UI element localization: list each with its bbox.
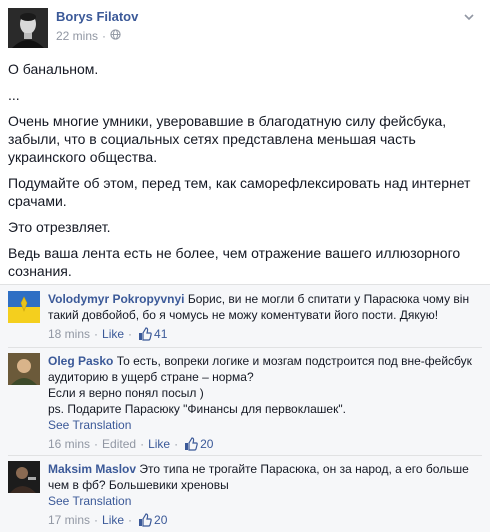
globe-icon[interactable]	[110, 29, 121, 43]
comment-author[interactable]: Oleg Pasko	[48, 354, 113, 368]
post-header: Borys Filatov 22 mins ·	[8, 8, 478, 48]
comment-text: Если я верно понял посыл )	[48, 386, 204, 400]
comments-section: Volodymyr Pokropyvnyi Борис, ви не могли…	[0, 284, 490, 532]
comment-avatar[interactable]	[8, 291, 40, 323]
comment-time[interactable]: 17 mins	[48, 512, 90, 528]
like-link[interactable]: Like	[102, 512, 124, 528]
chevron-down-icon[interactable]	[462, 10, 476, 24]
post-paragraph: ...	[8, 87, 20, 103]
like-count[interactable]: 20	[154, 512, 167, 528]
thumbs-up-icon[interactable]	[184, 437, 198, 451]
comment-meta: 16 mins · Edited · Like · 20	[48, 436, 214, 452]
like-link[interactable]: Like	[148, 436, 170, 452]
meta-separator: ·	[102, 29, 107, 43]
post-paragraph: О банальном.	[8, 61, 99, 77]
like-count[interactable]: 20	[200, 436, 213, 452]
post-author-name[interactable]: Borys Filatov	[56, 9, 138, 24]
like-link[interactable]: Like	[102, 326, 124, 342]
comment: Oleg Pasko То есть, вопреки логике и моз…	[8, 353, 484, 453]
edited-label[interactable]: Edited	[102, 436, 136, 452]
author-avatar[interactable]	[8, 8, 48, 48]
post-paragraph: Очень многие умники, уверовавшие в благо…	[8, 113, 447, 165]
post-paragraph: Подумайте об этом, перед тем, как саморе…	[8, 175, 471, 209]
comment-author[interactable]: Maksim Maslov	[48, 462, 136, 476]
comment-meta: 18 mins · Like · 41	[48, 326, 168, 342]
comment: Maksim Maslov Это типа не трогайте Парас…	[8, 461, 484, 527]
divider	[8, 347, 482, 348]
thumbs-up-icon[interactable]	[138, 327, 152, 341]
comment-meta: 17 mins · Like · 20	[48, 512, 168, 528]
divider	[8, 455, 482, 456]
comment-content: Maksim Maslov Это типа не трогайте Парас…	[48, 461, 478, 528]
post-paragraph: Ведь ваша лента есть не более, чем отраж…	[8, 245, 461, 279]
see-translation-link[interactable]: See Translation	[48, 493, 478, 509]
see-translation-link[interactable]: See Translation	[48, 417, 478, 433]
comment-content: Oleg Pasko То есть, вопреки логике и моз…	[48, 353, 478, 452]
comment-avatar[interactable]	[8, 353, 40, 385]
comment-author[interactable]: Volodymyr Pokropyvnyi	[48, 292, 184, 306]
comment-content: Volodymyr Pokropyvnyi Борис, ви не могли…	[48, 291, 478, 342]
post-meta: 22 mins ·	[56, 29, 121, 43]
comment-time[interactable]: 18 mins	[48, 326, 90, 342]
post-paragraph: Это отрезвляет.	[8, 219, 111, 235]
thumbs-up-icon[interactable]	[138, 513, 152, 527]
post-time[interactable]: 22 mins	[56, 29, 98, 43]
comment: Volodymyr Pokropyvnyi Борис, ви не могли…	[8, 291, 484, 345]
comment-text: ps. Подарите Парасюку "Финансы для перво…	[48, 402, 346, 416]
comment-avatar[interactable]	[8, 461, 40, 493]
comment-time[interactable]: 16 mins	[48, 436, 90, 452]
post-body: О банальном. ... Очень многие умники, ув…	[8, 60, 482, 288]
like-count[interactable]: 41	[154, 326, 167, 342]
